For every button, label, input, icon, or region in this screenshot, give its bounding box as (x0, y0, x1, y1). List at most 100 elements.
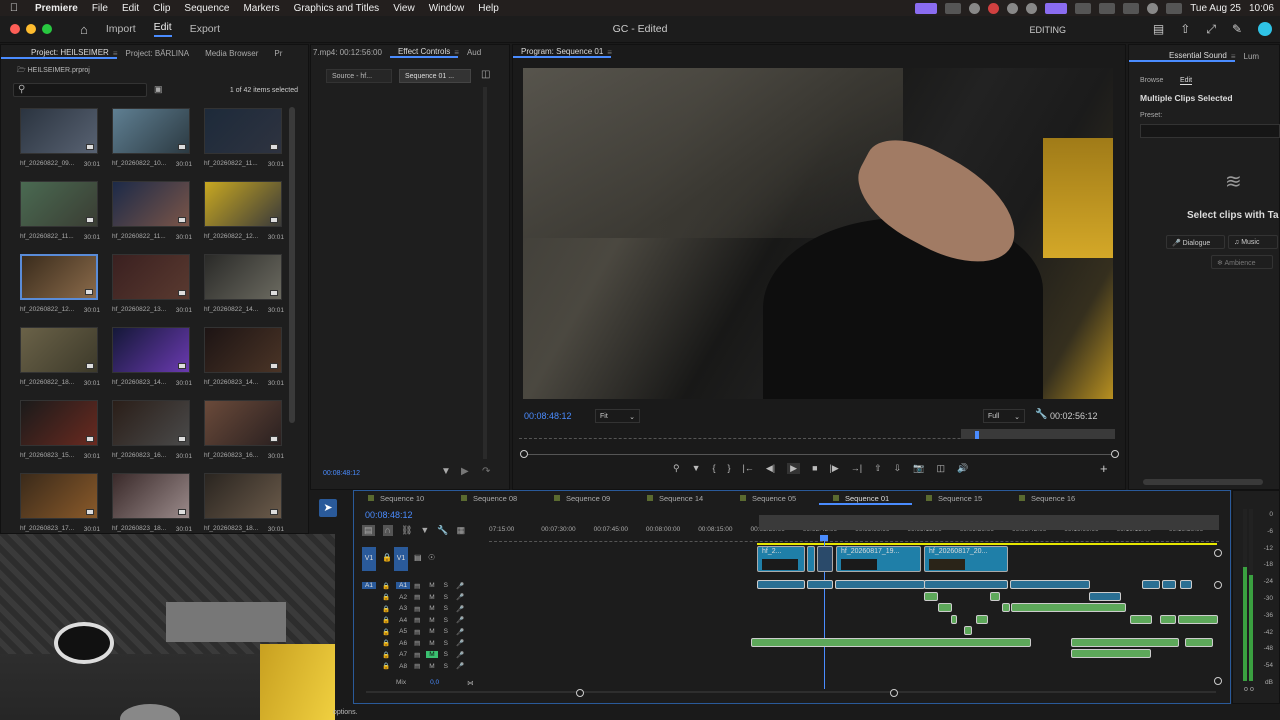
tab-audio[interactable]: Aud (459, 48, 489, 57)
audio-clip[interactable] (1071, 649, 1151, 658)
track-label[interactable]: A6 (396, 640, 410, 647)
comparison-view-icon[interactable]: ◫ (936, 463, 945, 474)
sync-lock-icon[interactable]: ▤ (414, 593, 420, 601)
tab-lumetri[interactable]: Lum (1236, 52, 1268, 61)
menu-graphics[interactable]: Graphics and Titles (287, 3, 387, 14)
playhead-head[interactable] (820, 535, 828, 541)
playhead-marker[interactable] (975, 431, 979, 439)
tab-project-heilseimer[interactable]: Project: HEILSEIMER (1, 48, 117, 59)
solo-button[interactable]: S (444, 617, 448, 624)
menu-help[interactable]: Help (471, 3, 506, 14)
audio-clip[interactable] (1071, 637, 1179, 647)
mic-icon[interactable]: 🎤 (456, 639, 464, 647)
minimize-window-button[interactable] (26, 24, 36, 34)
mute-button[interactable]: M (426, 628, 437, 635)
sync-lock-icon[interactable]: ▤ (414, 628, 420, 636)
go-to-out-icon[interactable]: →| (851, 463, 862, 474)
mic-icon[interactable]: 🎤 (456, 651, 464, 659)
solo-right-button[interactable]: o (1250, 686, 1254, 693)
timeline-timecode[interactable]: 00:08:48:12 (365, 510, 413, 520)
audio-clip[interactable] (964, 626, 972, 635)
audio-clip[interactable] (751, 637, 1031, 647)
audio-clip[interactable] (1130, 614, 1152, 624)
audio-clip[interactable] (1160, 614, 1176, 624)
keyboard-icon[interactable] (1075, 2, 1092, 14)
mic-icon[interactable]: 🎤 (456, 628, 464, 636)
audio-clip[interactable] (1178, 614, 1218, 624)
track-scroll-handle[interactable] (1214, 677, 1222, 685)
eye-icon[interactable]: ☉ (428, 553, 435, 562)
project-clip-thumbnail[interactable]: hf_20260822_11... 30:01 (112, 181, 192, 241)
project-clip-thumbnail[interactable]: hf_20260822_10... 30:01 (112, 108, 192, 168)
lock-icon[interactable]: 🔒 (382, 582, 390, 590)
tab-essential-sound[interactable]: Essential Sound (1129, 51, 1235, 62)
time[interactable]: 10:06 (1249, 3, 1274, 14)
project-clip-thumbnail[interactable]: hf_20260823_14... 30:01 (204, 327, 284, 387)
zoom-window-button[interactable] (42, 24, 52, 34)
solo-button[interactable]: S (444, 663, 448, 670)
date[interactable]: Tue Aug 25 (1190, 3, 1241, 14)
project-scrollbar[interactable] (289, 107, 295, 423)
project-clip-thumbnail[interactable]: hf_20260823_16... 30:01 (204, 400, 284, 460)
track-label[interactable]: A4 (396, 617, 410, 624)
close-window-button[interactable] (10, 24, 20, 34)
mic-icon[interactable]: 🎤 (456, 616, 464, 624)
add-button-icon[interactable]: + (1100, 461, 1108, 476)
brightness-icon[interactable] (1007, 2, 1019, 14)
home-icon[interactable]: ⌂ (80, 22, 88, 37)
export-frame-icon[interactable]: 📷 (913, 463, 924, 474)
project-clip-thumbnail[interactable]: hf_20260823_17... 30:01 (20, 473, 100, 533)
timeline-scroll-left[interactable] (576, 689, 584, 697)
tab-sequence[interactable]: Sequence 05 (726, 491, 819, 505)
tab-source-clip[interactable]: 7.mp4: 00:12:56:00 (311, 48, 390, 57)
source-a-patch[interactable]: A1 (362, 582, 376, 589)
track-label[interactable]: A1 (396, 582, 411, 589)
project-clip-thumbnail[interactable]: hf_20260822_14... 30:01 (204, 254, 284, 314)
tab-effect-controls[interactable]: Effect Controls (389, 47, 459, 58)
wrench-icon[interactable]: 🔧 (437, 525, 448, 536)
audio-clip[interactable] (1002, 603, 1010, 612)
panel-menu-icon[interactable]: ≡ (607, 48, 612, 57)
play-stop-icon[interactable]: ▶ (787, 463, 801, 474)
wifi-icon[interactable] (1123, 2, 1140, 14)
tab-browse[interactable]: Browse (1140, 77, 1163, 84)
lock-icon[interactable]: 🔒 (382, 628, 390, 636)
source-v1[interactable]: V1 (362, 547, 376, 571)
project-clip-thumbnail[interactable]: hf_20260823_18... 30:01 (112, 473, 192, 533)
audio-clip[interactable] (1010, 580, 1090, 589)
fullscreen-icon[interactable]: ⤢ (1206, 22, 1216, 37)
stop-icon[interactable]: ■ (812, 463, 817, 474)
video-clip[interactable] (817, 546, 833, 572)
menu-edit[interactable]: Edit (115, 3, 146, 14)
menu-window[interactable]: Window (422, 3, 472, 14)
quick-export-icon[interactable]: ⇧ (1180, 22, 1190, 37)
track-label[interactable]: A7 (396, 651, 410, 658)
audio-clip[interactable] (976, 614, 988, 624)
lock-icon[interactable]: 🔒 (382, 553, 392, 562)
tab-sound-edit[interactable]: Edit (1180, 77, 1193, 85)
audio-clip[interactable] (1180, 580, 1192, 589)
tab-overflow[interactable]: Pr (266, 49, 290, 58)
menu-view[interactable]: View (386, 3, 422, 14)
menu-markers[interactable]: Markers (236, 3, 286, 14)
project-clip-thumbnail[interactable]: hf_20260822_12... 30:01 (204, 181, 284, 241)
menu-sequence[interactable]: Sequence (177, 3, 236, 14)
linked-selection-icon[interactable]: ⛓ (401, 525, 412, 536)
add-marker-icon[interactable]: ▼ (692, 463, 701, 474)
solo-button[interactable]: S (444, 605, 448, 612)
project-clip-thumbnail[interactable]: hf_20260823_15... 30:01 (20, 400, 100, 460)
sync-lock-icon[interactable]: ▤ (414, 553, 422, 562)
sync-lock-icon[interactable]: ▤ (414, 639, 420, 647)
mic-icon[interactable]: 🎤 (456, 662, 464, 670)
project-clip-thumbnail[interactable]: hf_20260823_18... 30:01 (204, 473, 284, 533)
export-icon[interactable]: ↷ (482, 466, 490, 477)
workspace-label[interactable]: EDITING (1029, 25, 1066, 35)
step-back-icon[interactable]: ◀| (766, 463, 775, 474)
track-label[interactable]: A5 (396, 628, 410, 635)
mute-button[interactable]: M (426, 594, 437, 601)
tab-export[interactable]: Export (190, 23, 220, 35)
lock-icon[interactable]: 🔒 (382, 651, 390, 659)
mark-in-icon[interactable]: { (713, 463, 716, 474)
mic-icon[interactable]: 🎤 (456, 593, 464, 601)
timeline-scroll-right[interactable] (890, 689, 898, 697)
